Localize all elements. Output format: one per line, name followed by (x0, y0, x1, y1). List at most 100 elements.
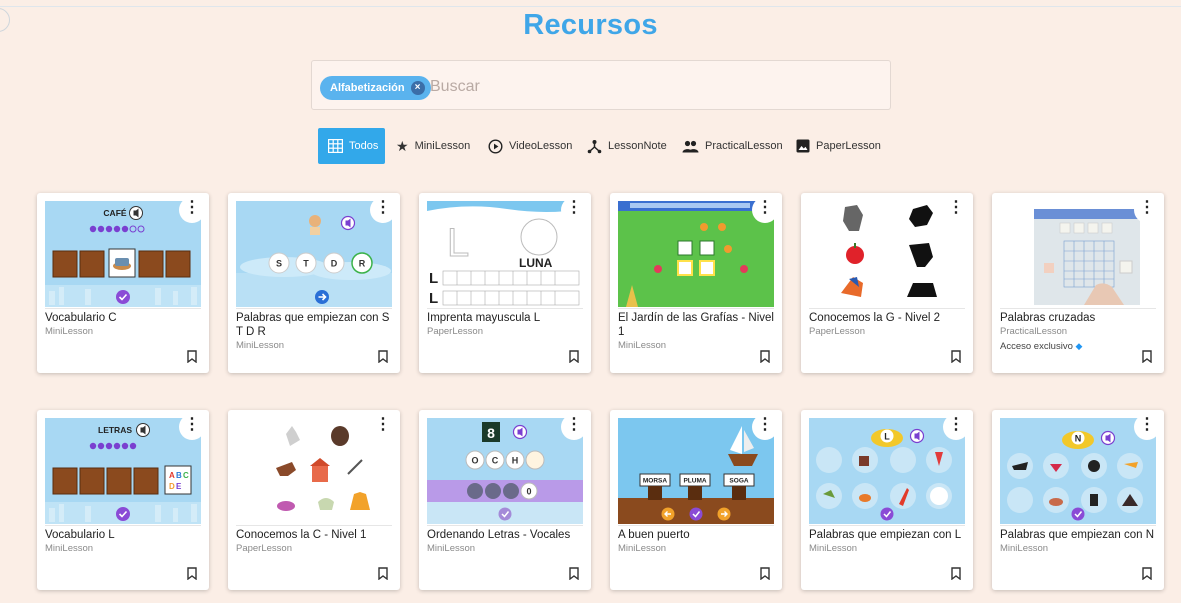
bookmark-icon[interactable] (1142, 567, 1152, 580)
more-options-icon[interactable]: ⋮ (943, 414, 969, 440)
bookmark-icon[interactable] (951, 350, 961, 363)
card-title: Conocemos la G - Nivel 2 (809, 312, 941, 324)
card-divider (45, 525, 201, 526)
thumb-letter: D (331, 259, 338, 269)
filter-chip[interactable]: Alfabetización × (320, 76, 431, 100)
card-divider (809, 525, 965, 526)
card-type: MiniLesson (1000, 543, 1049, 554)
search-bar[interactable]: Alfabetización × (311, 60, 891, 110)
resource-card[interactable]: 8 O C H 0 ⋮ Ordenando Letras - Vocales M… (419, 410, 591, 590)
thumb-word: LUNA (519, 256, 553, 270)
card-divider (427, 308, 583, 309)
card-thumbnail: N (1000, 418, 1156, 524)
thumb-word: MORSA (643, 478, 668, 485)
more-options-icon[interactable]: ⋮ (370, 197, 396, 223)
thumb-letter: L (884, 432, 890, 442)
card-divider (427, 525, 583, 526)
svg-text:D: D (169, 482, 175, 491)
card-type: PaperLesson (809, 326, 865, 337)
more-options-icon[interactable]: ⋮ (1134, 414, 1160, 440)
more-options-icon[interactable]: ⋮ (752, 414, 778, 440)
resource-card[interactable]: ⋮ El Jardín de las Grafías - Nivel 1 Min… (610, 193, 782, 373)
filter-label: PaperLesson (816, 140, 881, 152)
card-type: PracticalLesson (1000, 326, 1068, 337)
exclusive-access-text: Acceso exclusivo (1000, 341, 1073, 352)
search-input[interactable] (428, 73, 872, 101)
svg-text:E: E (176, 482, 182, 491)
card-thumbnail: L (809, 418, 965, 524)
filter-paperlesson[interactable]: PaperLesson (796, 128, 881, 164)
exclusive-access-label: Acceso exclusivo ◆ (1000, 339, 1156, 354)
bookmark-icon[interactable] (1142, 350, 1152, 363)
more-options-icon[interactable]: ⋮ (179, 197, 205, 223)
svg-text:A: A (169, 471, 175, 480)
svg-text:B: B (176, 471, 182, 480)
card-title: Ordenando Letras - Vocales (427, 529, 571, 541)
more-options-icon[interactable]: ⋮ (370, 414, 396, 440)
svg-text:L: L (447, 221, 469, 265)
page-title: Recursos (523, 9, 658, 41)
filter-label: LessonNote (608, 140, 667, 152)
filter-label: PracticalLesson (705, 140, 783, 152)
bookmark-icon[interactable] (569, 350, 579, 363)
card-thumbnail: S T D R (236, 201, 392, 307)
card-type: MiniLesson (45, 543, 94, 554)
card-divider (236, 525, 392, 526)
resource-card[interactable]: S T D R ⋮ Palabras que empiezan con S T … (228, 193, 400, 373)
resource-card[interactable]: L ⋮ Palabras que empiezan con L MiniLess… (801, 410, 973, 590)
resource-type-filters: Todos ★ MiniLesson VideoLesson LessonNot… (0, 128, 1181, 164)
bookmark-icon[interactable] (378, 567, 388, 580)
card-thumbnail (809, 201, 965, 307)
resource-card[interactable]: ⋮ Conocemos la C - Nivel 1 PaperLesson (228, 410, 400, 590)
card-divider (618, 308, 774, 309)
resource-card[interactable]: L LUNA LL ⋮ Imprenta mayuscula L PaperLe… (419, 193, 591, 373)
card-type: MiniLesson (427, 543, 476, 554)
card-title: Palabras cruzadas (1000, 312, 1096, 324)
filter-todos[interactable]: Todos (318, 128, 385, 164)
bookmark-icon[interactable] (951, 567, 961, 580)
bookmark-icon[interactable] (187, 567, 197, 580)
more-options-icon[interactable]: ⋮ (561, 414, 587, 440)
card-type: PaperLesson (427, 326, 483, 337)
filter-lessonnote[interactable]: LessonNote (587, 128, 667, 164)
bookmark-icon[interactable] (187, 350, 197, 363)
star-icon: ★ (396, 137, 409, 154)
resource-card[interactable]: ABCDE LETRAS ⋮ Vocabulario L MiniLesson (37, 410, 209, 590)
bookmark-icon[interactable] (378, 350, 388, 363)
card-divider (45, 308, 201, 309)
card-title: Conocemos la C - Nivel 1 (236, 529, 367, 541)
bookmark-icon[interactable] (760, 350, 770, 363)
resource-card[interactable]: ⋮ Palabras cruzadas PracticalLesson Acce… (992, 193, 1164, 373)
card-title: Vocabulario C (45, 312, 117, 324)
more-options-icon[interactable]: ⋮ (561, 197, 587, 223)
card-title: Vocabulario L (45, 529, 115, 541)
thumb-word: SOGA (729, 478, 748, 485)
resource-card[interactable]: N ⋮ Palabras que empiezan con N MiniLess… (992, 410, 1164, 590)
filter-chip-label: Alfabetización (330, 82, 405, 94)
more-options-icon[interactable]: ⋮ (752, 197, 778, 223)
more-options-icon[interactable]: ⋮ (1134, 197, 1160, 223)
card-type: MiniLesson (236, 340, 285, 351)
filter-practicallesson[interactable]: PracticalLesson (682, 128, 783, 164)
thumb-word: PLUMA (683, 478, 706, 485)
thumb-word: CAFÉ (103, 208, 126, 218)
more-options-icon[interactable]: ⋮ (179, 414, 205, 440)
resource-card[interactable]: CAFÉ ⋮ Vocabulario C MiniLesson (37, 193, 209, 373)
more-options-icon[interactable]: ⋮ (943, 197, 969, 223)
chip-remove-icon[interactable]: × (410, 81, 425, 95)
card-thumbnail (618, 201, 774, 307)
filter-label: MiniLesson (414, 140, 471, 152)
card-title: A buen puerto (618, 529, 690, 541)
resource-card[interactable]: MORSA PLUMA SOGA ⋮ A buen puerto MiniLes… (610, 410, 782, 590)
svg-text:L: L (429, 270, 438, 287)
resource-card[interactable]: ⋮ Conocemos la G - Nivel 2 PaperLesson (801, 193, 973, 373)
filter-minilesson[interactable]: ★ MiniLesson (396, 128, 470, 164)
thumb-letter: N (1075, 434, 1082, 444)
card-type: MiniLesson (618, 543, 667, 554)
bookmark-icon[interactable] (569, 567, 579, 580)
people-icon (682, 140, 699, 153)
card-title: El Jardín de las Grafías - Nivel 1 (618, 312, 774, 338)
card-divider (809, 308, 965, 309)
bookmark-icon[interactable] (760, 567, 770, 580)
filter-videolesson[interactable]: VideoLesson (488, 128, 572, 164)
